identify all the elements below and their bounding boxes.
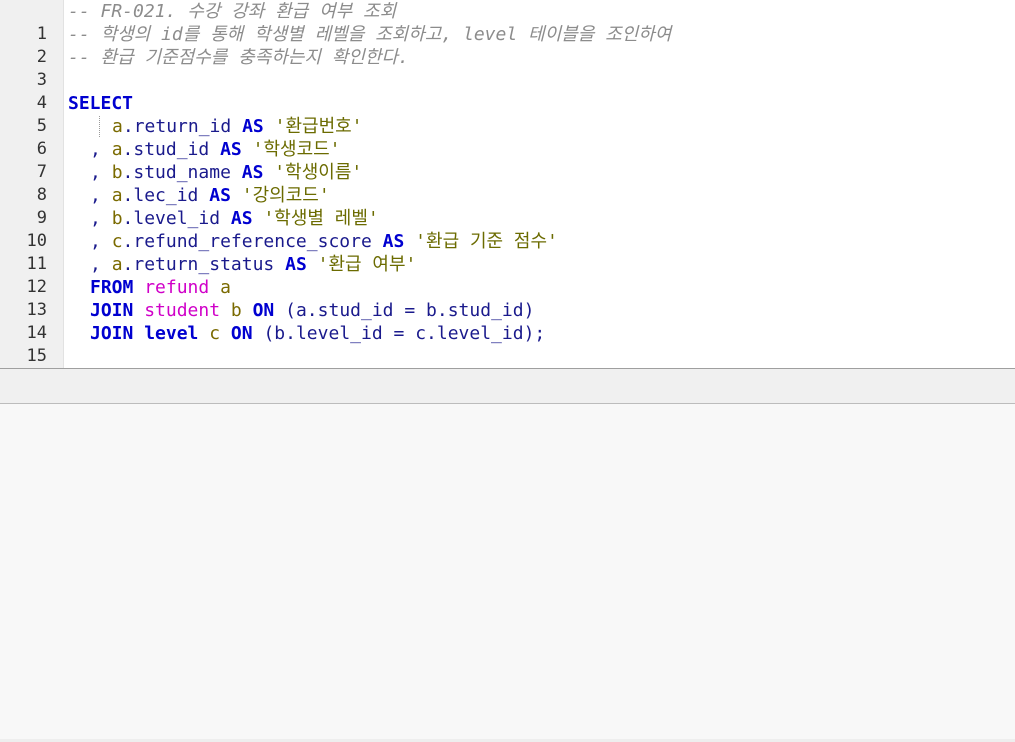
code-line[interactable]: 6 a.return_id AS '환급번호' bbox=[0, 115, 1015, 159]
string-literal: '환급 기준 점수' bbox=[415, 231, 558, 252]
code-line[interactable]: 1 -- FR-021. 수강 강좌 환급 여부 조회 bbox=[0, 0, 1015, 44]
table-alias: c bbox=[111, 231, 123, 252]
string-literal: '학생별 레벨' bbox=[263, 208, 379, 229]
code-line[interactable]: 12 , a.return_status AS '환급 여부' bbox=[0, 253, 1015, 297]
comment-text: -- 환급 기준점수를 충족하는지 확인한다. bbox=[68, 47, 409, 68]
code-line[interactable]: 11 , c.refund_reference_score AS '환급 기준 … bbox=[0, 230, 1015, 274]
string-literal: '환급 여부' bbox=[317, 254, 417, 275]
table-name: refund bbox=[144, 277, 210, 298]
code-line[interactable]: 9 , a.lec_id AS '강의코드' bbox=[0, 184, 1015, 228]
join-left-column: a.stud_id bbox=[295, 300, 394, 321]
paren-close: ); bbox=[523, 323, 546, 344]
join-left-column: b.level_id bbox=[274, 323, 383, 344]
table-alias: b bbox=[230, 300, 242, 321]
column-name: return_id bbox=[133, 116, 232, 137]
table-alias: b bbox=[111, 208, 123, 229]
results-panel bbox=[0, 404, 1015, 742]
column-name: refund_reference_score bbox=[133, 231, 372, 252]
comment-text: -- 학생의 id를 통해 학생별 레벨을 조회하고, level 테이블을 조… bbox=[68, 24, 672, 45]
string-literal: '학생코드' bbox=[252, 139, 341, 160]
table-alias: a bbox=[111, 254, 123, 275]
column-name: stud_name bbox=[133, 162, 231, 183]
comma: , bbox=[90, 162, 112, 183]
column-name: stud_id bbox=[133, 139, 210, 160]
comma: , bbox=[90, 208, 112, 229]
code-line[interactable]: 10 , b.level_id AS '학생별 레벨' bbox=[0, 207, 1015, 251]
sql-keyword: SELECT bbox=[68, 93, 134, 114]
comment-text: -- FR-021. 수강 강좌 환급 여부 조회 bbox=[68, 1, 397, 22]
code-line[interactable]: 7 , a.stud_id AS '학생코드' bbox=[0, 138, 1015, 182]
table-alias: a bbox=[111, 185, 123, 206]
panel-splitter[interactable] bbox=[0, 368, 1015, 404]
comma: , bbox=[90, 139, 112, 160]
sql-keyword: JOIN bbox=[90, 300, 134, 321]
table-alias: a bbox=[220, 277, 231, 298]
sql-editor[interactable]: 1 -- FR-021. 수강 강좌 환급 여부 조회 2 -- 학생의 id를… bbox=[0, 0, 1015, 368]
code-line[interactable]: 13 FROM refund a bbox=[0, 276, 1015, 320]
string-literal: '학생이름' bbox=[274, 162, 363, 183]
table-alias: a bbox=[111, 139, 123, 160]
code-line[interactable]: 8 , b.stud_name AS '학생이름' bbox=[0, 161, 1015, 205]
column-name: lec_id bbox=[133, 185, 199, 206]
code-line[interactable]: 2 -- 학생의 id를 통해 학생별 레벨을 조회하고, level 테이블을… bbox=[0, 23, 1015, 67]
code-area[interactable]: 1 -- FR-021. 수강 강좌 환급 여부 조회 2 -- 학생의 id를… bbox=[0, 0, 1015, 368]
sql-keyword: JOIN bbox=[90, 323, 134, 344]
code-line[interactable]: 5 SELECT bbox=[0, 92, 1015, 136]
column-name: return_status bbox=[133, 254, 275, 275]
table-name: student bbox=[144, 300, 221, 321]
sql-keyword: AS bbox=[285, 254, 307, 275]
table-alias: a bbox=[112, 116, 123, 137]
code-line[interactable]: 15 JOIN level c ON (b.level_id = c.level… bbox=[0, 322, 1015, 366]
sql-keyword: AS bbox=[220, 139, 242, 160]
sql-keyword: AS bbox=[230, 208, 253, 229]
code-line[interactable]: 4 bbox=[0, 69, 1015, 113]
comma: , bbox=[90, 185, 112, 206]
paren-close: ) bbox=[523, 300, 535, 321]
string-literal: '강의코드' bbox=[241, 185, 330, 206]
sql-keyword: AS bbox=[242, 116, 264, 137]
sql-keyword: FROM bbox=[90, 277, 134, 298]
table-alias: b bbox=[111, 162, 123, 183]
string-literal: '환급번호' bbox=[274, 116, 363, 137]
code-line[interactable]: 16 bbox=[0, 345, 1015, 368]
comma: , bbox=[90, 231, 112, 252]
code-line[interactable]: 14 JOIN student b ON (a.stud_id = b.stud… bbox=[0, 299, 1015, 343]
join-right-column: b.stud_id bbox=[426, 300, 524, 321]
sql-keyword: ON bbox=[252, 300, 275, 321]
table-alias: c bbox=[209, 323, 221, 344]
code-line[interactable]: 3 -- 환급 기준점수를 충족하는지 확인한다. bbox=[0, 46, 1015, 90]
table-name: level bbox=[144, 323, 199, 344]
sql-keyword: ON bbox=[230, 323, 253, 344]
comma: , bbox=[90, 254, 112, 275]
join-right-column: c.level_id bbox=[415, 323, 524, 344]
sql-keyword: AS bbox=[241, 162, 264, 183]
sql-keyword: AS bbox=[382, 231, 405, 252]
sql-keyword: AS bbox=[209, 185, 231, 206]
column-name: level_id bbox=[133, 208, 221, 229]
